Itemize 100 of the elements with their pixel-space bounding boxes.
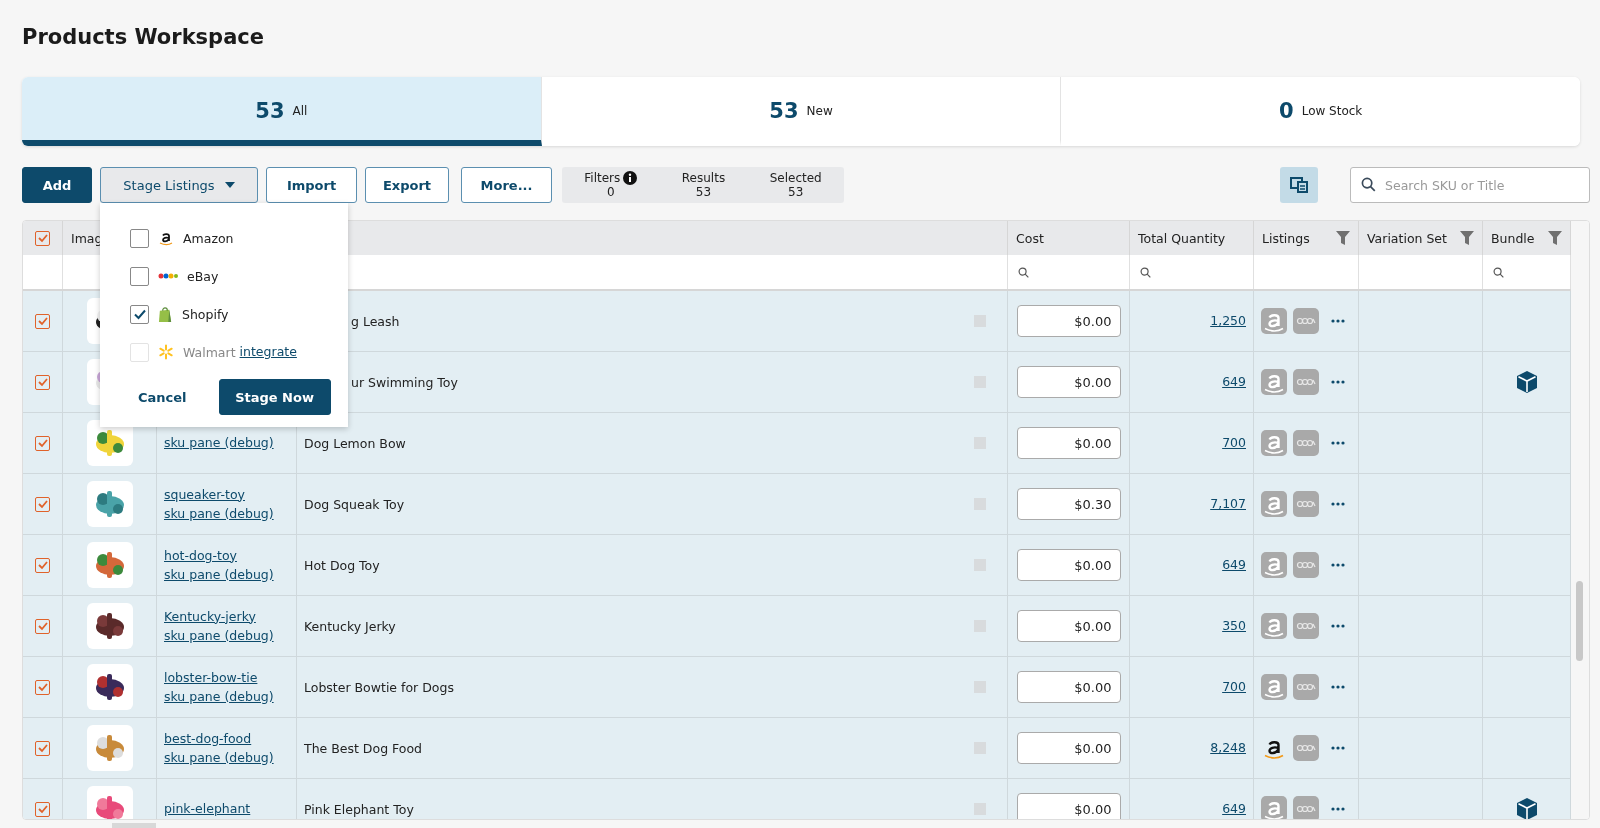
cost-input[interactable]: $0.00 <box>1016 305 1121 337</box>
stat-label: Results <box>681 171 726 185</box>
quantity-link[interactable]: 649 <box>1222 800 1246 818</box>
row-checkbox[interactable] <box>35 557 50 573</box>
channel-label: Amazon <box>183 230 234 246</box>
status-tab[interactable]: 53 New <box>541 77 1062 146</box>
channel-checkbox[interactable] <box>130 266 149 286</box>
column-header[interactable]: Variation Set <box>1367 230 1447 246</box>
sku-pane-link[interactable]: sku pane (debug) <box>164 626 274 645</box>
quantity-link[interactable]: 700 <box>1222 678 1246 696</box>
sku-link[interactable]: pink-elephant <box>164 800 251 818</box>
more-button[interactable]: More... <box>461 167 552 203</box>
channel-label: eBay <box>187 268 219 284</box>
select-all-checkbox[interactable] <box>35 230 50 246</box>
search-icon[interactable] <box>1493 266 1504 278</box>
channel-checkbox[interactable] <box>130 304 149 324</box>
quantity-link[interactable]: 8,248 <box>1210 739 1246 757</box>
letter-badge-icon[interactable] <box>1293 796 1319 819</box>
quantity-link[interactable]: 649 <box>1222 556 1246 574</box>
cost-input[interactable]: $0.00 <box>1016 366 1121 398</box>
sku-link[interactable]: lobster-bow-tie <box>164 668 258 687</box>
columns-icon <box>1290 177 1308 193</box>
row-checkbox[interactable] <box>35 618 50 634</box>
scrollbar-thumb[interactable] <box>1576 581 1583 661</box>
product-title: Pink Elephant Toy <box>304 801 414 817</box>
sku-pane-link[interactable]: sku pane (debug) <box>164 748 274 767</box>
sku-pane-link[interactable]: sku pane (debug) <box>164 565 274 584</box>
more-icon[interactable] <box>1331 380 1345 384</box>
cost-input[interactable]: $0.00 <box>1016 732 1121 764</box>
sku-link[interactable]: Kentucky-jerky <box>164 607 256 626</box>
row-checkbox[interactable] <box>35 313 50 329</box>
quantity-link[interactable]: 7,107 <box>1210 495 1246 513</box>
status-tab[interactable]: 53 All <box>22 77 542 146</box>
cost-input[interactable]: $0.00 <box>1016 427 1121 459</box>
row-checkbox[interactable] <box>35 496 50 512</box>
column-header[interactable]: Total Quantity <box>1138 230 1226 246</box>
spark-icon <box>158 344 174 360</box>
sku-link[interactable]: hot-dog-toy <box>164 546 237 565</box>
letter-badge-icon[interactable] <box>1293 308 1319 334</box>
stage-listings-dropdown[interactable]: Stage Listings <box>100 167 258 203</box>
letter-badge-icon[interactable] <box>1293 735 1319 761</box>
status-tab[interactable]: 0 Low Stock <box>1061 77 1580 146</box>
filter-icon[interactable] <box>1460 231 1474 245</box>
stage-now-button[interactable]: Stage Now <box>218 379 331 415</box>
cost-input[interactable]: $0.00 <box>1016 549 1121 581</box>
letter-badge-icon[interactable] <box>1293 369 1319 395</box>
more-icon[interactable] <box>1331 624 1345 628</box>
info-icon[interactable] <box>623 171 638 185</box>
add-button[interactable]: Add <box>22 167 92 203</box>
row-checkbox[interactable] <box>35 801 50 817</box>
letter-badge-icon[interactable] <box>1293 613 1319 639</box>
more-icon[interactable] <box>1331 746 1345 750</box>
filter-icon[interactable] <box>1548 231 1562 245</box>
caret-icon <box>224 182 235 188</box>
row-checkbox[interactable] <box>35 740 50 756</box>
sku-pane-link[interactable]: sku pane (debug) <box>164 687 274 706</box>
row-checkbox[interactable] <box>35 374 50 390</box>
cancel-button[interactable]: Cancel <box>130 383 195 411</box>
sku-pane-link[interactable]: sku pane (debug) <box>164 504 274 523</box>
sku-link[interactable]: squeaker-toy <box>164 485 245 504</box>
stat-label: Filters <box>584 171 621 185</box>
sku-link[interactable]: best-dog-food <box>164 729 252 748</box>
product-title: Dog Lemon Bow <box>304 435 406 451</box>
column-header[interactable]: Bundle <box>1491 230 1535 246</box>
cost-input[interactable]: $0.00 <box>1016 610 1121 642</box>
product-title: The Best Dog Food <box>304 740 423 756</box>
more-icon[interactable] <box>1331 502 1345 506</box>
quantity-link[interactable]: 1,250 <box>1210 312 1246 330</box>
export-button[interactable]: Export <box>365 167 449 203</box>
letter-badge-icon[interactable] <box>1293 674 1319 700</box>
cost-input[interactable]: $0.30 <box>1016 488 1121 520</box>
search-field[interactable]: Search SKU or Title <box>1350 167 1590 203</box>
row-checkbox[interactable] <box>35 435 50 451</box>
import-button[interactable]: Import <box>266 167 357 203</box>
quantity-link[interactable]: 700 <box>1222 434 1246 452</box>
more-icon[interactable] <box>1331 563 1345 567</box>
column-toggle-button[interactable] <box>1280 167 1318 203</box>
column-header[interactable]: Listings <box>1262 230 1310 246</box>
letter-badge-icon[interactable] <box>1293 430 1319 456</box>
search-icon[interactable] <box>1018 266 1029 278</box>
filter-icon[interactable] <box>1336 231 1350 245</box>
channel-checkbox[interactable] <box>130 228 149 248</box>
row-checkbox[interactable] <box>35 679 50 695</box>
smile-logo-icon <box>158 230 174 246</box>
more-icon[interactable] <box>1331 441 1345 445</box>
quantity-link[interactable]: 649 <box>1222 373 1246 391</box>
column-header[interactable]: Cost <box>1016 230 1044 246</box>
more-icon[interactable] <box>1331 807 1345 811</box>
quantity-link[interactable]: 350 <box>1222 617 1246 635</box>
sku-pane-link[interactable]: sku pane (debug) <box>164 434 274 452</box>
stat-value: 53 <box>788 185 804 199</box>
cost-input[interactable]: $0.00 <box>1016 793 1121 819</box>
letter-badge-icon[interactable] <box>1293 491 1319 517</box>
page-title: Products Workspace <box>22 24 265 51</box>
search-icon[interactable] <box>1140 266 1151 278</box>
more-icon[interactable] <box>1331 685 1345 689</box>
letter-badge-icon[interactable] <box>1293 552 1319 578</box>
more-icon[interactable] <box>1331 319 1345 323</box>
cost-input[interactable]: $0.00 <box>1016 671 1121 703</box>
product-title: ur Swimming Toy <box>351 374 458 390</box>
